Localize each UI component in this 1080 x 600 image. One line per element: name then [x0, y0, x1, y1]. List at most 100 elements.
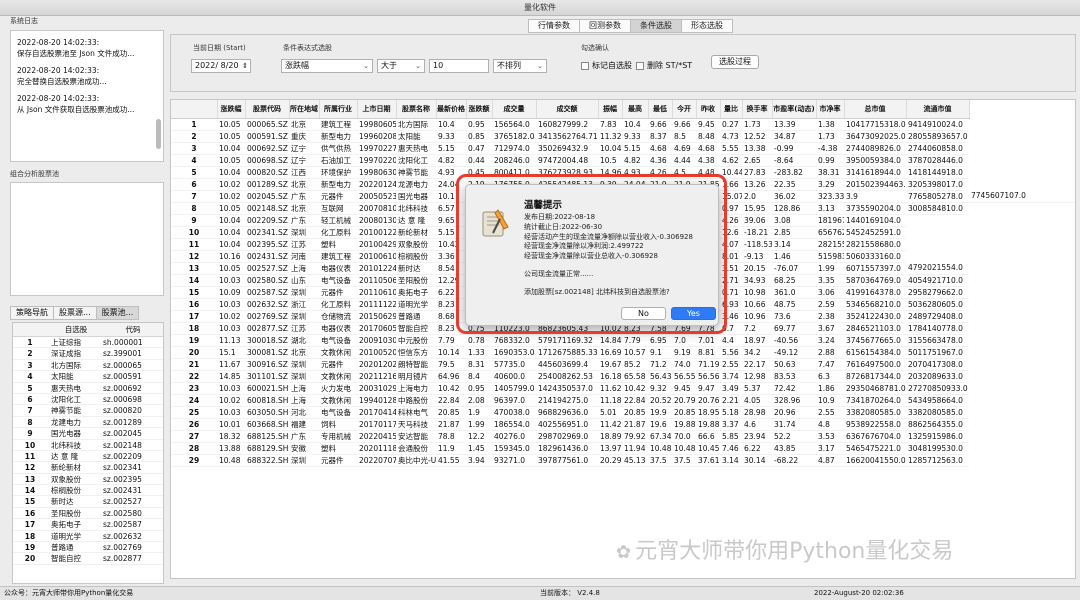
- table-row[interactable]: 25 10.03 603050.SH 河北 电气设备 20170414 科林电气 20.85 1…: [171, 406, 1075, 419]
- table-row[interactable]: 2 10.05 000591.SZ 重庆 新型电力 19960208 太阳能 9.33 0.85…: [171, 130, 1075, 143]
- table-row[interactable]: 22 14.85 301101.SZ 深圳 文教休闲 20211216 明月镜片 64.96 8…: [171, 370, 1075, 383]
- table-row[interactable]: 27 18.32 688125.SH 广东 专用机械 20220415 安达智能 78.8 12…: [171, 430, 1075, 443]
- tab-2[interactable]: 条件选股: [630, 19, 682, 33]
- table-row[interactable]: 20 15.1 300081.SZ 北京 文教休闲 20100520 恒信东方 10.14 1.…: [171, 346, 1075, 359]
- table-row[interactable]: 21 11.67 300916.SZ 深圳 元器件 20201202 朗特智能 79.5 8.3…: [171, 358, 1075, 371]
- date-stepper-icon[interactable]: ⇕: [242, 60, 248, 72]
- table-cell: 5036280605.0: [906, 298, 969, 311]
- column-header[interactable]: 市净率: [816, 100, 845, 119]
- date-input[interactable]: 2022/ 8/20 ⇕: [191, 59, 251, 73]
- table-row[interactable]: 26 10.01 603668.SH 福建 饲料 20170117 天马科技 21.87 1.9…: [171, 418, 1075, 431]
- table-cell: 2.21: [720, 394, 742, 407]
- sub-tab-1[interactable]: 股票源...: [53, 306, 97, 320]
- pool-row[interactable]: 10 北纬科技 sz.002148: [13, 440, 163, 451]
- column-header[interactable]: 最低: [648, 100, 673, 119]
- column-header[interactable]: 昨收: [696, 100, 721, 119]
- pool-row[interactable]: 5 惠天热电 sz.000692: [13, 383, 163, 394]
- pool-cell: 新纶新材: [51, 463, 81, 473]
- table-row[interactable]: 3 10.04 000692.SZ 辽宁 供气供热 19970227 惠天热电 5.15 0.4…: [171, 142, 1075, 155]
- table-cell: 968829636.0: [536, 406, 598, 419]
- tab-3[interactable]: 形态选股: [681, 19, 733, 33]
- table-cell: 254008262.53: [536, 370, 598, 383]
- column-header[interactable]: 所属行业: [319, 100, 358, 119]
- column-header[interactable]: 所在地域: [289, 100, 320, 119]
- pool-row[interactable]: 9 国光电器 sz.002045: [13, 428, 163, 440]
- pool-column-header[interactable]: 代码: [101, 323, 163, 336]
- pool-row[interactable]: 7 神雾节能 sz.000820: [13, 405, 163, 417]
- table-cell: 11.13: [217, 334, 245, 347]
- column-header[interactable]: 总市值: [844, 100, 907, 119]
- table-cell: 25: [171, 406, 217, 419]
- pool-cell: 龙建电力: [51, 417, 81, 427]
- pool-row[interactable]: 20 智能自控 sz.002877: [13, 553, 163, 565]
- column-header[interactable]: 振幅: [598, 100, 623, 119]
- table-cell: 6567623174.0: [816, 226, 844, 239]
- status-bar: 公众号：元宵大师带你用Python量化交易 当前版本： V2.4.8 2022-…: [0, 586, 1080, 600]
- pool-row[interactable]: 1 上证综指 sh.000001: [13, 337, 163, 349]
- table-row[interactable]: 28 13.88 688129.SH 安徽 塑料 20201118 会通股份 11.9 1.45…: [171, 442, 1075, 455]
- stock-pool-table[interactable]: 自选股 代码 1 上证综指 sh.000001 2 深证成指 sz.399001 3 北方国际 sz…: [12, 322, 164, 584]
- column-header[interactable]: 股票代码: [245, 100, 290, 119]
- column-header[interactable]: 最高: [622, 100, 649, 119]
- table-cell: 3.74: [720, 370, 742, 383]
- sort-select[interactable]: 不排列 ⌄: [493, 59, 547, 73]
- select-run-button[interactable]: 选股过程: [711, 55, 759, 69]
- pool-row[interactable]: 19 普路通 sz.002769: [13, 542, 163, 554]
- operator-select[interactable]: 大于 ⌄: [377, 59, 425, 73]
- pool-row[interactable]: 18 道明光学 sz.002632: [13, 531, 163, 543]
- pool-row[interactable]: 14 棕榈股份 sz.002431: [13, 485, 163, 497]
- combo-pool-box[interactable]: [10, 182, 164, 296]
- column-header[interactable]: 成交量: [492, 100, 537, 119]
- sub-tab-2[interactable]: 股票池...: [95, 306, 140, 320]
- column-header[interactable]: 市盈率(动态): [772, 100, 817, 119]
- column-header[interactable]: 股票名称: [396, 100, 437, 119]
- column-header[interactable]: [171, 100, 218, 119]
- system-log[interactable]: 2022-08-20 14:02:33: 保存自选股票池至 Json 文件成功..…: [10, 30, 164, 162]
- column-header[interactable]: 涨跌幅: [217, 100, 246, 119]
- pool-row[interactable]: 4 太阳能 sz.000591: [13, 371, 163, 383]
- pool-row[interactable]: 6 沈阳化工 sz.000698: [13, 394, 163, 406]
- column-header[interactable]: 上市日期: [357, 100, 397, 119]
- table-row[interactable]: 23 10.03 600021.SH 上海 火力发电 20031029 上海电力 10.42 0…: [171, 382, 1075, 395]
- sub-tab-0[interactable]: 策略导航: [10, 306, 54, 320]
- pool-row[interactable]: 12 新纶新材 sz.002341: [13, 462, 163, 474]
- table-cell: 214194275.0: [536, 394, 598, 407]
- pool-row[interactable]: 8 龙建电力 sz.001289: [13, 417, 163, 429]
- pool-row[interactable]: 11 达 意 隆 sz.002209: [13, 451, 163, 463]
- pool-row[interactable]: 2 深证成指 sz.399001: [13, 348, 163, 360]
- table-row[interactable]: 24 10.02 600818.SH 上海 文教休闲 19940128 中路股份 22.84 2…: [171, 394, 1075, 407]
- results-grid[interactable]: 涨跌幅 股票代码 所在地域 所属行业 上市日期 股票名称 最新价格 涨跌额 成交量 成交额 振幅 最高…: [170, 99, 1076, 579]
- column-header[interactable]: 涨跌额: [466, 100, 493, 119]
- log-scrollbar[interactable]: [156, 119, 161, 149]
- tab-1[interactable]: 回测参数: [579, 19, 631, 33]
- pool-row[interactable]: 15 新时达 sz.002527: [13, 496, 163, 508]
- table-cell: 1405799.0: [492, 382, 536, 395]
- pool-row[interactable]: 13 双象股份 sz.002395: [13, 474, 163, 486]
- table-row[interactable]: 19 11.13 300018.SZ 湖北 电气设备 20091030 中元股份 7.79 0.…: [171, 334, 1075, 347]
- table-cell: 16.18: [598, 370, 622, 383]
- table-row[interactable]: 4 10.05 000698.SZ 辽宁 石油加工 19970220 沈阳化工 4.82 0.4…: [171, 154, 1075, 167]
- mark-favorite-checkbox[interactable]: 标记自选股: [581, 61, 632, 71]
- table-cell: 22.84: [436, 394, 466, 407]
- table-row[interactable]: 1 10.05 000065.SZ 北京 建筑工程 19980605 北方国际 10.4 0.9…: [171, 118, 1075, 131]
- pool-row[interactable]: 17 奥拓电子 sz.002587: [13, 519, 163, 531]
- tab-0[interactable]: 行情参数: [528, 19, 580, 33]
- pool-row[interactable]: 3 北方国际 sz.000065: [13, 360, 163, 372]
- column-header[interactable]: 成交额: [536, 100, 599, 119]
- pool-column-header[interactable]: 自选股: [47, 323, 101, 336]
- pool-row[interactable]: 16 圣阳股份 sz.002580: [13, 508, 163, 520]
- table-cell: 4.68: [648, 142, 672, 155]
- value-input[interactable]: 10: [429, 59, 489, 73]
- table-cell: 36473092025.0: [844, 130, 906, 143]
- pool-column-header[interactable]: [13, 323, 47, 336]
- column-header[interactable]: 今开: [672, 100, 697, 119]
- column-header[interactable]: 量比: [720, 100, 743, 119]
- remove-st-checkbox[interactable]: 删除 ST/*ST: [636, 61, 692, 71]
- column-header[interactable]: 最新价格: [436, 100, 467, 119]
- field-select[interactable]: 涨跌幅 ⌄: [281, 59, 373, 73]
- table-row[interactable]: 2910.48688322.SH深圳元器件20220707奥比中光-UW41.5…: [171, 454, 1075, 467]
- column-header[interactable]: 流通市值: [906, 100, 970, 119]
- table-cell: 000692.SZ: [245, 142, 289, 155]
- column-header[interactable]: 换手率: [742, 100, 773, 119]
- table-cell: 10.05: [217, 262, 245, 275]
